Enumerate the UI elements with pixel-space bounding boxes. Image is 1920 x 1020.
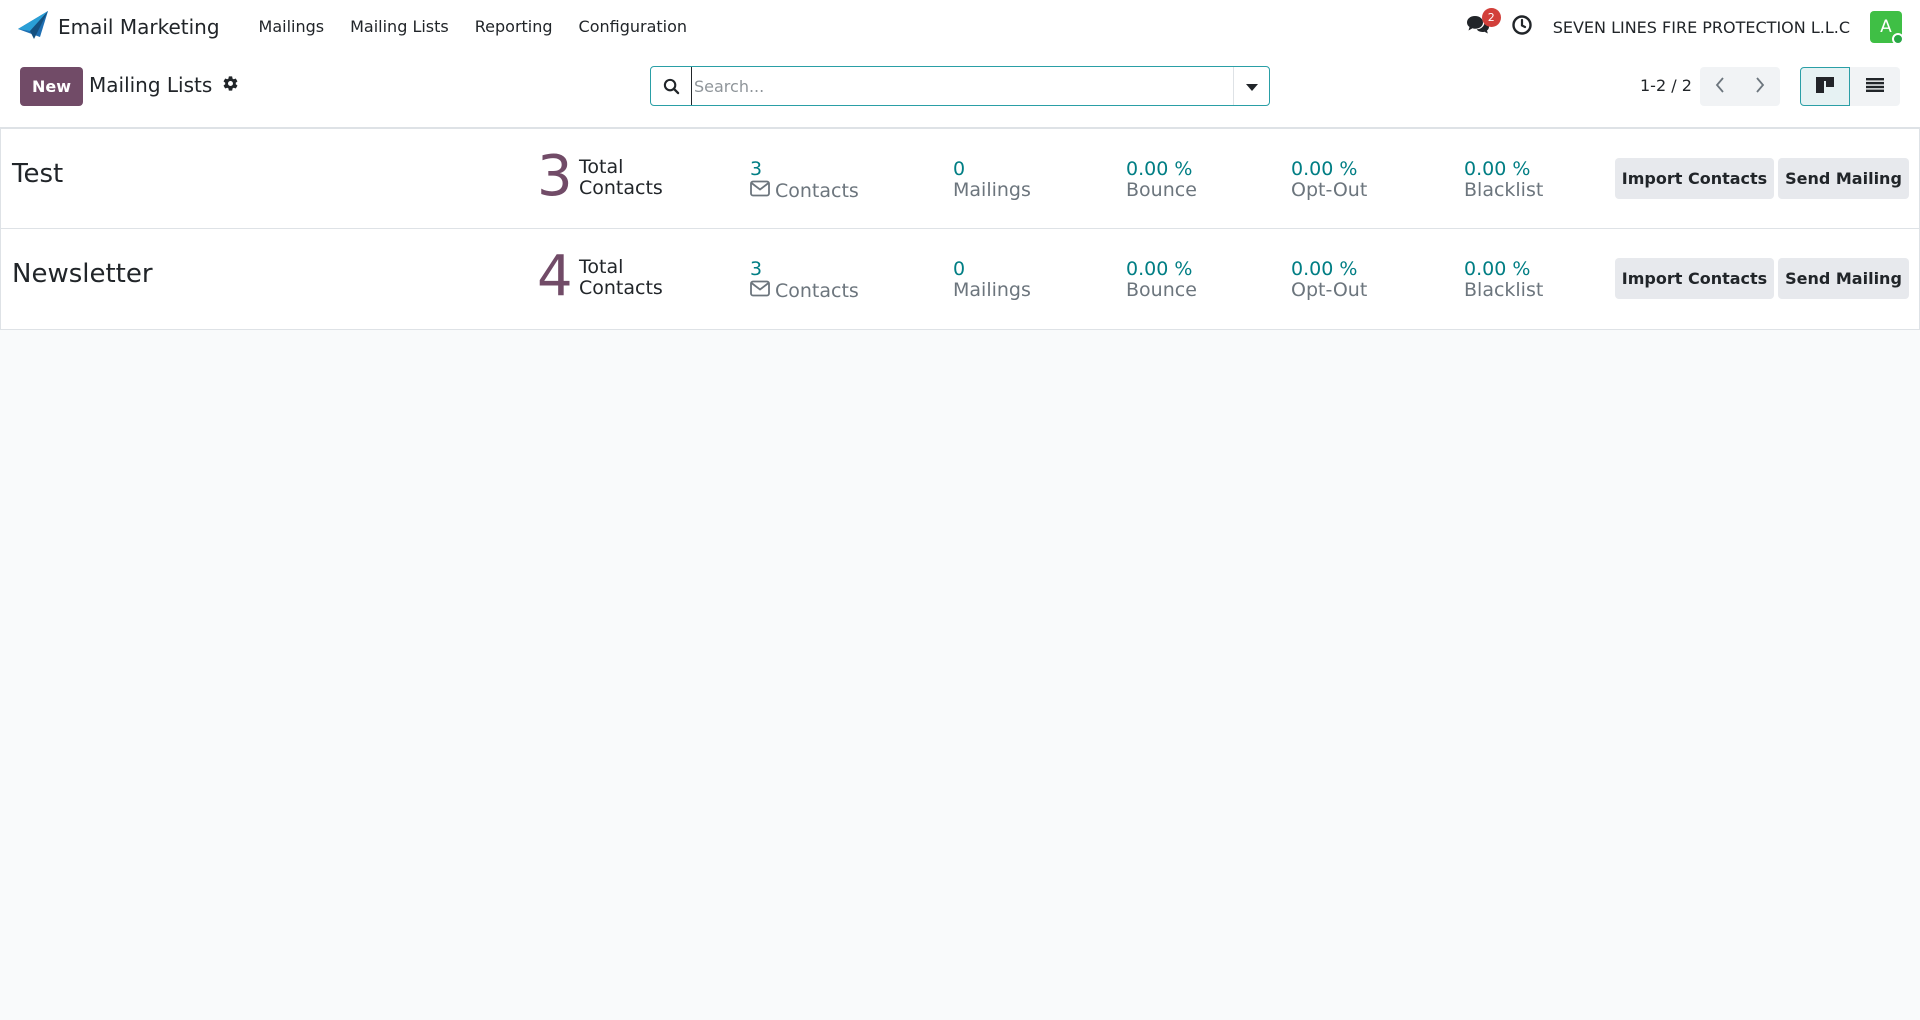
send-mailing-button[interactable]: Send Mailing [1778, 258, 1909, 299]
envelope-icon [750, 180, 770, 202]
bounce-label: Bounce [1126, 279, 1197, 301]
contacts-value: 3 [750, 258, 763, 280]
optout-label: Opt-Out [1291, 179, 1368, 201]
mailings-value: 0 [953, 158, 966, 180]
chevron-right-icon [1755, 76, 1765, 97]
page-title: Mailing Lists [89, 73, 213, 97]
search-options-toggle[interactable] [1233, 67, 1269, 105]
clock-icon[interactable] [1511, 14, 1533, 40]
mailing-list-card[interactable]: Test 3 Total Contacts 3 Contacts 0 Maili… [0, 128, 1920, 229]
total-label-line-2: Contacts [579, 277, 663, 299]
total-contacts-label: Total Contacts [579, 257, 663, 299]
avatar-letter: A [1880, 17, 1892, 37]
contacts-label-wrap: Contacts [750, 280, 859, 302]
list-view-icon [1866, 77, 1884, 96]
contacts-label: Contacts [775, 179, 859, 202]
total-contacts-count: 4 [537, 244, 573, 309]
blacklist-stat[interactable]: 0.00 % Blacklist [1464, 159, 1543, 201]
menu-configuration[interactable]: Configuration [566, 0, 701, 54]
import-contacts-button[interactable]: Import Contacts [1615, 258, 1774, 299]
search-input[interactable] [691, 67, 1233, 105]
chat-badge: 2 [1481, 8, 1501, 27]
bounce-stat[interactable]: 0.00 % Bounce [1126, 259, 1197, 301]
blacklist-value: 0.00 % [1464, 258, 1531, 280]
bounce-value: 0.00 % [1126, 158, 1193, 180]
app-brand[interactable]: Email Marketing [18, 11, 220, 43]
bounce-value: 0.00 % [1126, 258, 1193, 280]
kanban-view-button[interactable] [1800, 67, 1850, 106]
bounce-label: Bounce [1126, 179, 1197, 201]
menu-reporting[interactable]: Reporting [462, 0, 566, 54]
search-bar [650, 66, 1270, 106]
import-contacts-button[interactable]: Import Contacts [1615, 158, 1774, 199]
blacklist-label: Blacklist [1464, 279, 1544, 301]
total-label-line-1: Total [579, 256, 624, 278]
contacts-label: Contacts [775, 279, 859, 302]
gear-icon[interactable] [222, 75, 239, 96]
total-contacts-count: 3 [537, 144, 573, 209]
optout-stat[interactable]: 0.00 % Opt-Out [1291, 259, 1367, 301]
menu-mailing-lists[interactable]: Mailing Lists [337, 0, 462, 54]
contacts-label-wrap: Contacts [750, 180, 859, 202]
optout-stat[interactable]: 0.00 % Opt-Out [1291, 159, 1367, 201]
total-label-line-1: Total [579, 156, 624, 178]
menu-mailings[interactable]: Mailings [246, 0, 338, 54]
mailing-list-card[interactable]: Newsletter 4 Total Contacts 3 Contacts 0… [0, 229, 1920, 330]
list-name: Test [12, 159, 64, 189]
optout-label: Opt-Out [1291, 279, 1368, 301]
new-button[interactable]: New [20, 67, 83, 106]
main-menu: Mailings Mailing Lists Reporting Configu… [246, 0, 701, 54]
mailings-stat[interactable]: 0 Mailings [953, 259, 1031, 301]
mailing-list-records: Test 3 Total Contacts 3 Contacts 0 Maili… [0, 128, 1920, 330]
user-avatar[interactable]: A [1870, 11, 1904, 45]
messaging-button[interactable]: 2 [1465, 8, 1501, 40]
bounce-stat[interactable]: 0.00 % Bounce [1126, 159, 1197, 201]
pager-previous-button[interactable] [1700, 67, 1740, 106]
list-view-button[interactable] [1850, 67, 1900, 106]
contacts-value: 3 [750, 158, 763, 180]
total-contacts-label: Total Contacts [579, 157, 663, 199]
contacts-stat[interactable]: 3 Contacts [750, 259, 859, 302]
chevron-left-icon [1715, 76, 1725, 97]
app-title: Email Marketing [58, 15, 220, 39]
envelope-icon [750, 280, 770, 302]
breadcrumb: Mailing Lists [89, 73, 239, 97]
blacklist-label: Blacklist [1464, 179, 1544, 201]
total-label-line-2: Contacts [579, 177, 663, 199]
pager-next-button[interactable] [1740, 67, 1780, 106]
list-name: Newsletter [12, 259, 153, 289]
control-panel: New Mailing Lists 1-2 / 2 [0, 54, 1920, 128]
top-navbar: Email Marketing Mailings Mailing Lists R… [0, 0, 1920, 54]
search-icon [651, 78, 691, 95]
mailings-label: Mailings [953, 279, 1031, 301]
blacklist-stat[interactable]: 0.00 % Blacklist [1464, 259, 1543, 301]
contacts-stat[interactable]: 3 Contacts [750, 159, 859, 202]
mailings-label: Mailings [953, 179, 1031, 201]
pager-value[interactable]: 1-2 / 2 [1640, 76, 1692, 95]
systray: 2 SEVEN LINES FIRE PROTECTION L.L.C A [1465, 8, 1904, 45]
mailings-stat[interactable]: 0 Mailings [953, 159, 1031, 201]
optout-value: 0.00 % [1291, 258, 1358, 280]
mailings-value: 0 [953, 258, 966, 280]
paper-plane-icon [18, 11, 48, 43]
caret-down-icon [1245, 77, 1258, 96]
online-status-dot [1892, 33, 1904, 45]
send-mailing-button[interactable]: Send Mailing [1778, 158, 1909, 199]
company-switcher[interactable]: SEVEN LINES FIRE PROTECTION L.L.C [1553, 18, 1850, 37]
optout-value: 0.00 % [1291, 158, 1358, 180]
kanban-view-icon [1816, 76, 1834, 97]
blacklist-value: 0.00 % [1464, 158, 1531, 180]
